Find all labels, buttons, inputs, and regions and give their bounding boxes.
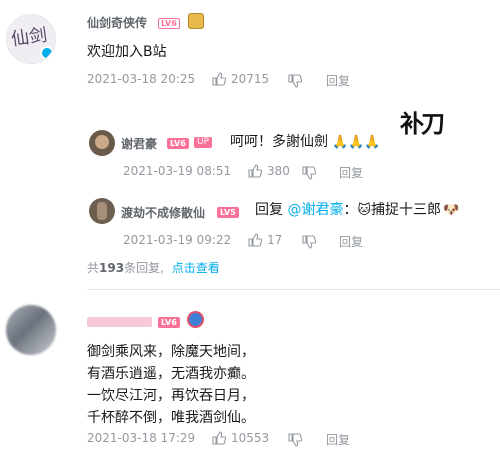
like-count: 380	[267, 164, 290, 178]
mention-link[interactable]: @谢君豪	[287, 202, 343, 218]
thumb-down-icon	[288, 433, 302, 447]
comment-1: 仙剑 仙剑奇侠传 LV6 欢迎加入B站 2021-03-18 20:25 207…	[0, 0, 500, 290]
reply-username[interactable]: 谢君豪	[121, 135, 157, 152]
cat-emoji: 🐱	[357, 203, 372, 218]
comment-time: 2021-03-18 20:25	[87, 72, 196, 86]
reply-avatar[interactable]	[89, 130, 115, 156]
fan-medal-icon	[187, 311, 204, 328]
reply-time: 2021-03-19 09:22	[123, 233, 232, 247]
sticker: 补刀	[400, 109, 445, 138]
thumb-down-icon	[288, 74, 302, 88]
level-badge: LV6	[158, 317, 180, 328]
view-replies-link[interactable]: 点击查看	[172, 261, 220, 275]
reply-button[interactable]: 回复	[339, 233, 363, 250]
reply-button[interactable]: 回复	[326, 431, 350, 448]
comment-text: 欢迎加入B站	[87, 44, 167, 60]
poem-line: 有酒乐逍遥，无酒我亦癫。	[87, 366, 255, 382]
comment-2: LV6 御剑乘风来，除魔天地间， 有酒乐逍遥，无酒我亦癫。 一饮尽江河，再饮吞日…	[0, 290, 500, 455]
reply-avatar[interactable]	[89, 198, 115, 224]
reply-prefix: 回复	[255, 202, 283, 218]
dog-emoji: 🐶	[443, 203, 460, 218]
comment-time: 2021-03-18 17:29	[87, 431, 196, 445]
like-button[interactable]	[248, 164, 262, 178]
poem-line: 一饮尽江河，再饮吞日月，	[87, 388, 255, 404]
like-count: 10553	[231, 431, 270, 445]
colon: ：	[343, 202, 358, 218]
thumb-up-icon	[248, 164, 262, 178]
thumb-up-icon	[248, 233, 262, 247]
username[interactable]: 仙剑奇侠传	[87, 14, 147, 31]
reply-text-content: 捕捉十三郎	[371, 202, 442, 218]
reply-button[interactable]: 回复	[326, 72, 350, 89]
summary-prefix: 共	[87, 261, 100, 275]
up-badge: UP	[194, 137, 213, 148]
dislike-button[interactable]	[288, 433, 302, 447]
thumb-up-icon	[212, 431, 226, 445]
thumb-down-icon	[302, 166, 316, 180]
reply-time: 2021-03-19 08:51	[123, 164, 232, 178]
reply-text: 回复 @谢君豪：🐱捕捉十三郎 🐶	[255, 199, 459, 222]
reply-summary: 共193条回复, 点击查看	[87, 259, 220, 276]
reply-username[interactable]: 渡劫不成修散仙	[121, 204, 205, 221]
level-badge: LV6	[158, 18, 180, 29]
summary-count: 193	[99, 261, 125, 275]
avatar[interactable]	[6, 305, 56, 355]
avatar-badge-icon	[40, 46, 54, 60]
dislike-button[interactable]	[302, 235, 316, 249]
thumb-down-icon	[302, 235, 316, 249]
avatar[interactable]: 仙剑	[6, 14, 56, 64]
poem-line: 御剑乘风来，除魔天地间，	[87, 344, 255, 360]
pray-emoji: 🙏🙏🙏	[332, 135, 381, 150]
like-button[interactable]	[212, 72, 226, 86]
like-count: 20715	[231, 72, 270, 86]
summary-suffix: 条回复,	[124, 261, 164, 275]
reply-text-content: 呵呵！多謝仙劍	[230, 134, 328, 150]
like-count: 17	[267, 233, 283, 247]
poem-line: 千杯醉不倒，唯我酒剑仙。	[87, 410, 255, 426]
thumb-up-icon	[212, 72, 226, 86]
level-badge: LV5	[217, 207, 239, 218]
reply-button[interactable]: 回复	[339, 164, 363, 181]
fan-medal-icon	[188, 13, 204, 29]
level-badge: LV6	[167, 138, 189, 149]
reply-text: 呵呵！多謝仙劍 🙏🙏🙏	[230, 131, 381, 154]
comment-text: 御剑乘风来，除魔天地间， 有酒乐逍遥，无酒我亦癫。 一饮尽江河，再饮吞日月， 千…	[87, 341, 255, 429]
username-redacted[interactable]	[87, 317, 152, 327]
like-button[interactable]	[212, 431, 226, 445]
like-button[interactable]	[248, 233, 262, 247]
dislike-button[interactable]	[288, 74, 302, 88]
dislike-button[interactable]	[302, 166, 316, 180]
